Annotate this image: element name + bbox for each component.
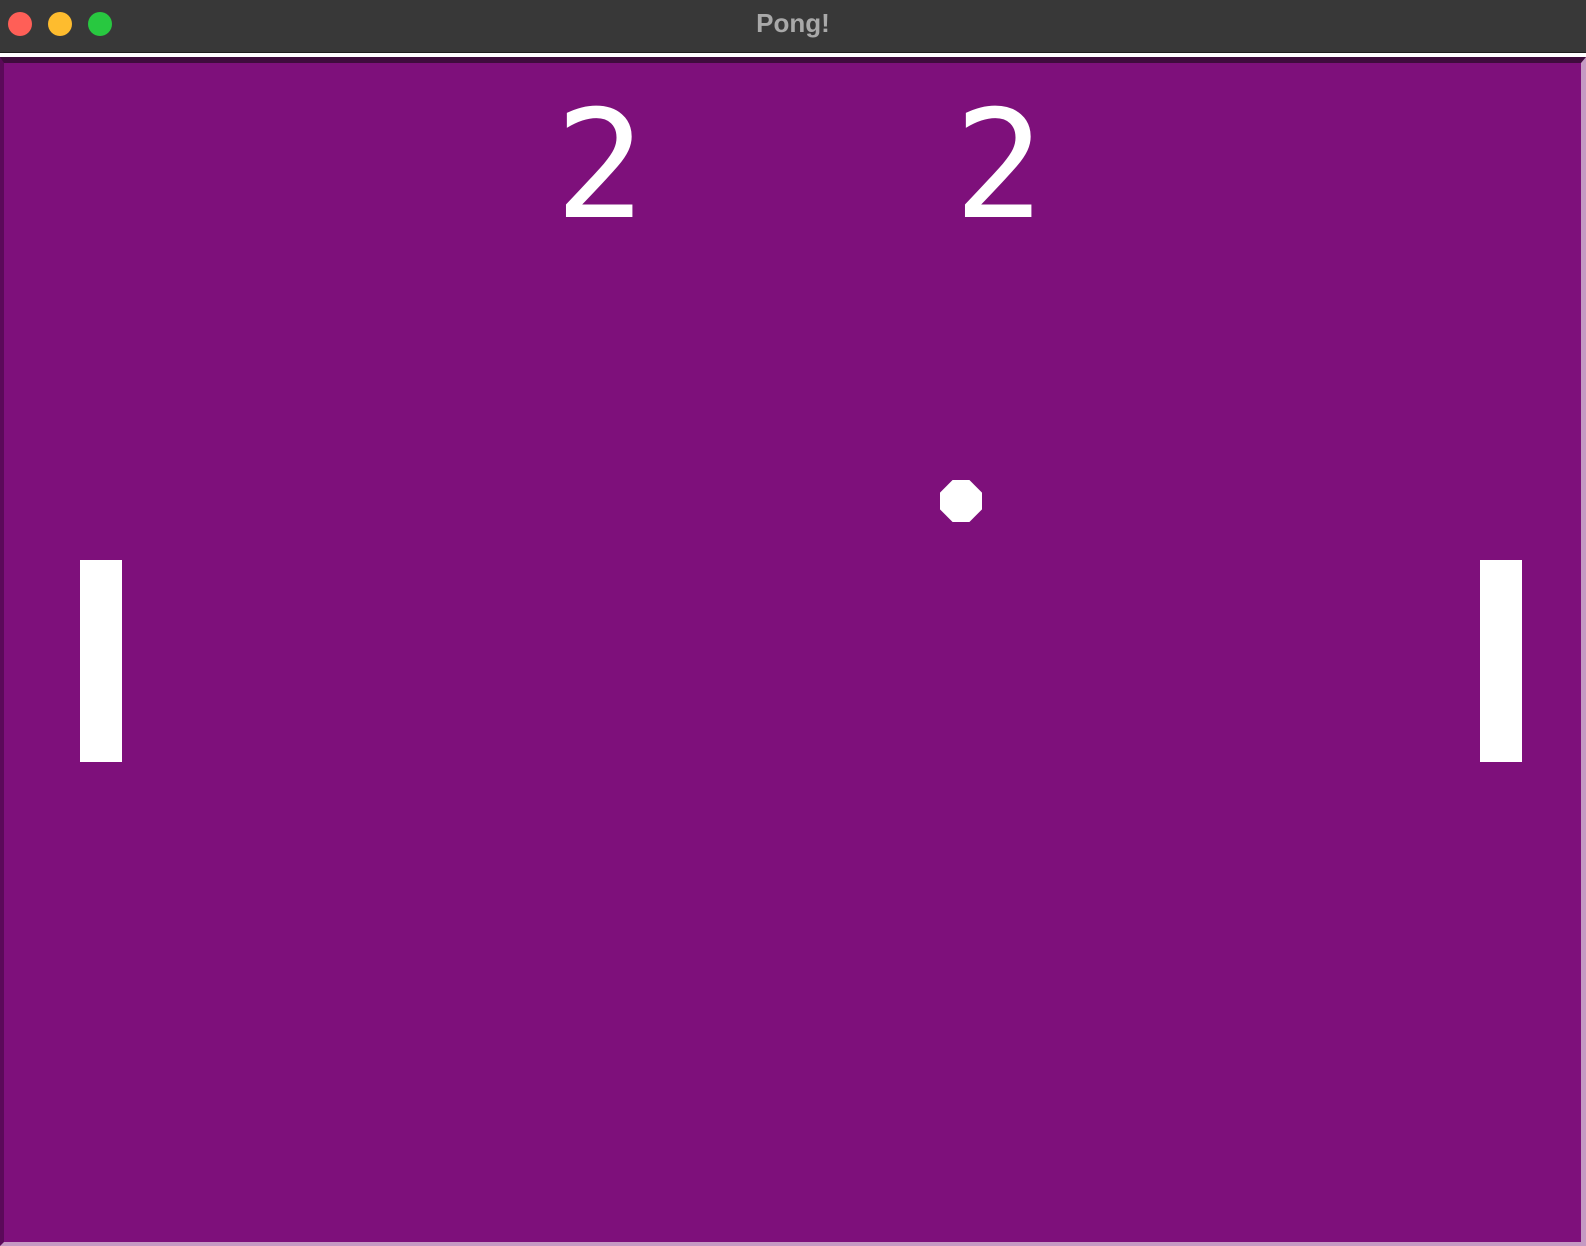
ball xyxy=(940,480,982,522)
title-bar[interactable]: Pong! xyxy=(0,0,1586,53)
left-player-score: 2 xyxy=(554,79,646,253)
right-paddle xyxy=(1480,560,1522,762)
right-player-score: 2 xyxy=(953,79,1045,253)
app-window: Pong! 2 2 xyxy=(0,0,1586,1246)
left-paddle xyxy=(80,560,122,762)
game-canvas[interactable]: 2 2 xyxy=(0,57,1586,1246)
window-title: Pong! xyxy=(756,8,830,38)
